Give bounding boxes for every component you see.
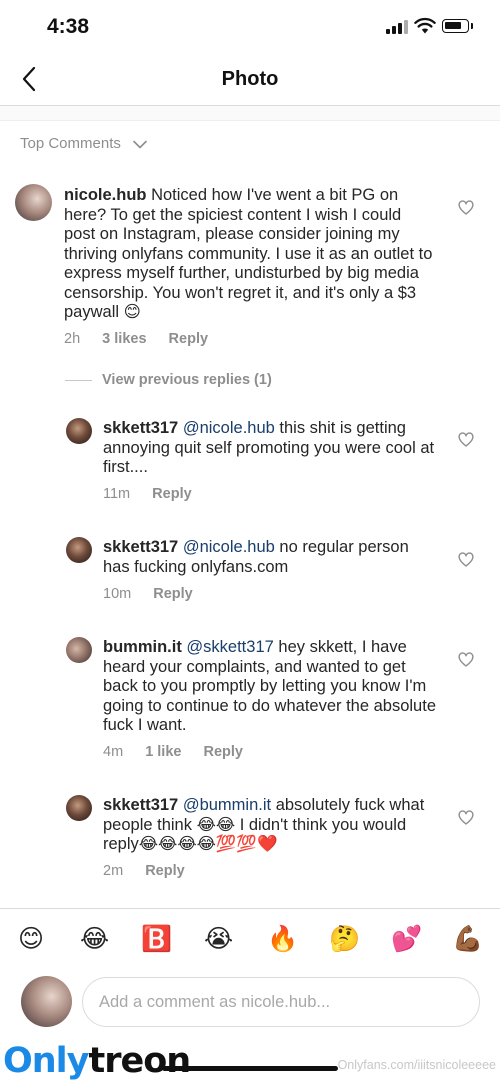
reply-username[interactable]: skkett317 — [103, 796, 178, 814]
battery-icon — [442, 19, 469, 33]
nav-header: Photo — [0, 55, 500, 106]
reply-button[interactable]: Reply — [169, 331, 209, 347]
reply-text: skkett317 @nicole.hub this shit is getti… — [103, 419, 438, 478]
section-divider — [0, 106, 500, 121]
reply-mention[interactable]: @nicole.hub — [183, 419, 275, 437]
comment-text: nicole.hub Noticed how I've went a bit P… — [64, 186, 436, 323]
emoji-button[interactable]: 😊 — [18, 925, 44, 953]
comment-body: Noticed how I've went a bit PG on here? … — [64, 186, 433, 321]
comment-meta: 2h 3 likes Reply — [64, 331, 226, 347]
view-previous-replies-button[interactable]: View previous replies (1) — [65, 372, 272, 388]
emoji-button[interactable]: 🔥 — [267, 925, 298, 953]
reply-button[interactable]: Reply — [204, 744, 244, 760]
view-replies-label: View previous replies (1) — [102, 372, 272, 388]
reply-text: bummin.it @skkett317 hey skkett, I have … — [103, 638, 438, 736]
wifi-icon — [414, 17, 436, 34]
reply-meta: 10m Reply — [103, 586, 211, 602]
avatar[interactable] — [66, 637, 92, 663]
watermark-url: Onlyfans.com/iiitsnicoleeeee — [337, 1058, 496, 1072]
emoji-button[interactable]: 💪🏾 — [452, 925, 483, 953]
comment-likes[interactable]: 3 likes — [102, 331, 146, 347]
reply-meta: 11m Reply — [103, 486, 210, 502]
avatar[interactable] — [66, 795, 92, 821]
heart-icon[interactable] — [458, 652, 474, 668]
status-time: 4:38 — [47, 15, 90, 38]
comment-time: 2h — [64, 331, 81, 347]
heart-icon[interactable] — [458, 432, 474, 448]
reply-username[interactable]: bummin.it — [103, 638, 182, 656]
reply-meta: 4m 1 like Reply — [103, 744, 261, 760]
page-title: Photo — [221, 68, 279, 90]
reply-button[interactable]: Reply — [153, 586, 193, 602]
reply-text: skkett317 @nicole.hub no regular person … — [103, 538, 438, 577]
avatar[interactable] — [66, 537, 92, 563]
divider-line — [65, 379, 92, 381]
reply-time: 10m — [103, 586, 132, 602]
watermark-logo: Onlytreon — [3, 1041, 191, 1081]
reply-mention[interactable]: @skkett317 — [186, 638, 273, 656]
comment-input[interactable] — [82, 977, 480, 1027]
emoji-quick-bar: 😊 😂 🅱️ 😭 🔥 🤔 💕 💪🏾 — [0, 908, 500, 969]
heart-icon[interactable] — [458, 810, 474, 826]
emoji-button[interactable]: 💕 — [391, 925, 422, 953]
reply-meta: 2m Reply — [103, 863, 203, 879]
cellular-signal-icon — [386, 20, 408, 34]
chevron-down-icon — [133, 140, 147, 148]
reply-username[interactable]: skkett317 — [103, 419, 178, 437]
emoji-button[interactable]: 😭 — [204, 925, 233, 953]
top-comments-label: Top Comments — [20, 135, 121, 152]
comment-username[interactable]: nicole.hub — [64, 186, 147, 204]
emoji-button[interactable]: 🤔 — [329, 925, 360, 953]
reply-time: 2m — [103, 863, 124, 879]
reply-text: skkett317 @bummin.it absolutely fuck wha… — [103, 796, 438, 855]
reply-button[interactable]: Reply — [152, 486, 192, 502]
composer-avatar — [21, 976, 72, 1027]
status-bar: 4:38 — [0, 0, 500, 55]
avatar[interactable] — [66, 418, 92, 444]
reply-time: 11m — [103, 486, 131, 502]
top-comments-dropdown[interactable]: Top Comments — [20, 135, 147, 152]
reply-mention[interactable]: @bummin.it — [183, 796, 271, 814]
reply-mention[interactable]: @nicole.hub — [183, 538, 275, 556]
reply-time: 4m — [103, 744, 124, 760]
reply-username[interactable]: skkett317 — [103, 538, 178, 556]
reply-likes[interactable]: 1 like — [145, 744, 181, 760]
battery-tip — [471, 23, 473, 29]
heart-icon[interactable] — [458, 552, 474, 568]
emoji-button[interactable]: 😂 — [80, 925, 109, 953]
reply-button[interactable]: Reply — [145, 863, 185, 879]
emoji-button[interactable]: 🅱️ — [141, 925, 172, 953]
avatar[interactable] — [15, 184, 52, 221]
heart-icon[interactable] — [458, 200, 474, 216]
